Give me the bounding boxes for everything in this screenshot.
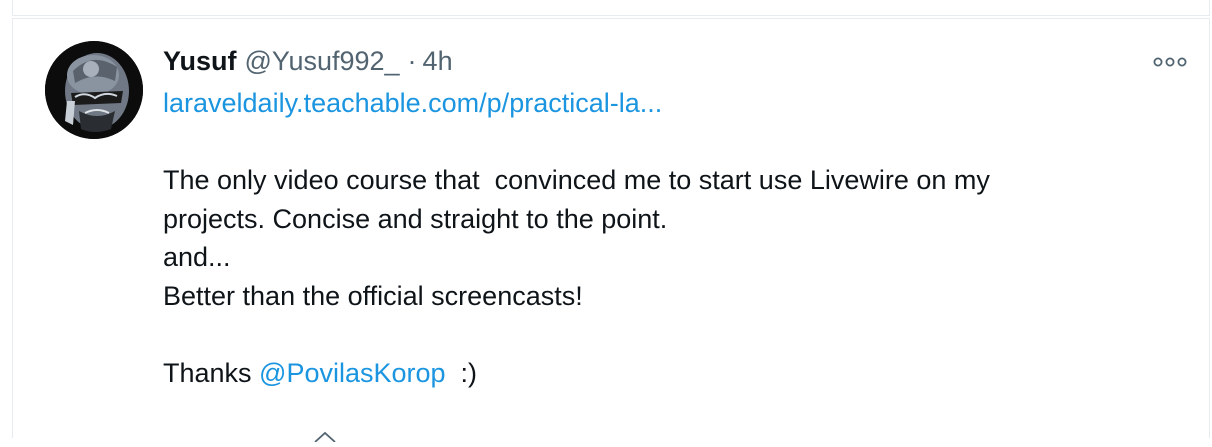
tweet-header: Yusuf @Yusuf992_ · 4h	[163, 43, 453, 79]
more-horizontal-icon[interactable]	[1153, 55, 1187, 67]
tweet-link[interactable]: laraveldaily.teachable.com/p/practical-l…	[163, 85, 662, 121]
author-name[interactable]: Yusuf	[163, 46, 237, 76]
separator-dot: ·	[407, 46, 417, 76]
tweet-text-line: and...	[163, 242, 231, 272]
tweet-text-line: Better than the official screencasts!	[163, 280, 583, 311]
tweet-text-line: projects. Concise and straight to the po…	[163, 203, 668, 234]
thanks-line: Thanks @PovilasKorop :)	[163, 354, 1173, 393]
tweet-time[interactable]: 4h	[423, 46, 453, 76]
blank-line: ​	[163, 315, 1173, 354]
thanks-prefix: Thanks	[163, 357, 260, 388]
tweet-text: The only video course that convinced me …	[163, 161, 1173, 392]
retweet-icon[interactable]	[311, 429, 339, 443]
mention-link[interactable]: @PovilasKorop	[259, 358, 446, 388]
tweet-text-line: The only video course that convinced me …	[163, 165, 990, 195]
thanks-suffix: :)	[445, 357, 478, 388]
tweet-card[interactable]: Yusuf @Yusuf992_ · 4h laraveldaily.teachabl…	[12, 18, 1210, 443]
author-handle[interactable]: @Yusuf992_	[245, 46, 400, 76]
previous-tweet-card	[12, 0, 1210, 16]
avatar[interactable]	[45, 41, 143, 139]
